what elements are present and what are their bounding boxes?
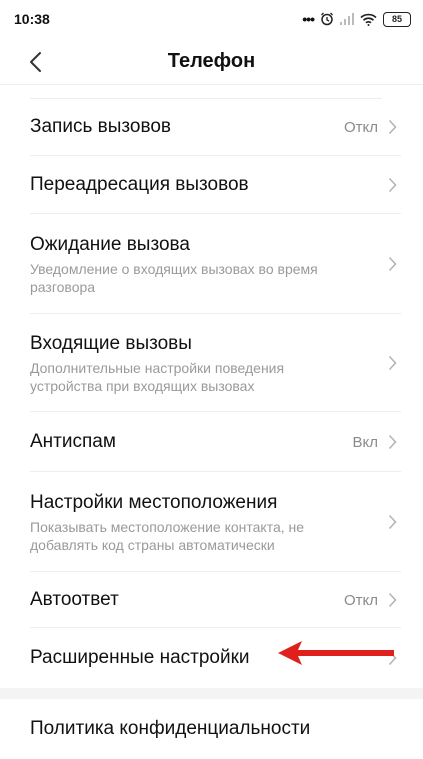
row-subtitle: Уведомление о входящих вызовах во время … — [30, 260, 318, 295]
section-separator — [0, 688, 423, 699]
back-button[interactable] — [22, 49, 48, 75]
row-title: Расширенные настройки — [30, 647, 250, 668]
annotation-arrow-icon — [278, 641, 394, 665]
settings-row-location[interactable]: Настройки местоположения Показывать мест… — [0, 472, 423, 572]
settings-row-call-forwarding[interactable]: Переадресация вызовов — [0, 156, 423, 214]
signal-icon — [340, 13, 354, 25]
app-header: Телефон — [0, 38, 423, 85]
row-title: Ожидание вызова — [30, 233, 190, 255]
row-title: Запись вызовов — [30, 116, 171, 137]
chevron-right-icon — [388, 592, 397, 608]
chevron-right-icon — [388, 177, 397, 193]
page-title: Телефон — [167, 49, 256, 72]
chevron-right-icon — [388, 514, 397, 530]
settings-row-call-waiting[interactable]: Ожидание вызова Уведомление о входящих в… — [0, 214, 423, 314]
chevron-left-icon — [30, 52, 41, 72]
row-subtitle: Показывать местоположение контакта, не д… — [30, 518, 305, 553]
row-subtitle: Дополнительные настройки поведения устро… — [30, 359, 285, 394]
row-value: Вкл — [352, 433, 379, 451]
settings-row-incoming-calls[interactable]: Входящие вызовы Дополнительные настройки… — [0, 314, 423, 412]
row-title: Антиспам — [30, 431, 116, 452]
row-title: Политика конфиденциальности — [30, 718, 311, 739]
row-title: Автоответ — [30, 589, 119, 610]
settings-row-antispam[interactable]: Антиспам Вкл — [0, 412, 423, 472]
row-value: Откл — [343, 118, 378, 136]
row-title: Переадресация вызовов — [30, 174, 249, 195]
row-value: Откл — [343, 591, 378, 609]
wifi-icon — [360, 13, 377, 26]
settings-row-autoanswer[interactable]: Автоответ Откл — [0, 572, 423, 628]
chevron-right-icon — [388, 434, 397, 450]
more-notifications-icon: ••• — [302, 11, 315, 27]
battery-icon: 85 — [383, 11, 411, 27]
chevron-right-icon — [388, 355, 397, 371]
settings-row-privacy-policy[interactable]: Политика конфиденциальности — [0, 699, 423, 759]
row-title: Настройки местоположения — [30, 491, 278, 513]
status-bar: 10:38 ••• 85 — [0, 0, 423, 38]
chevron-right-icon — [388, 119, 397, 135]
settings-row-call-recording[interactable]: Запись вызовов Откл — [0, 98, 423, 156]
row-title: Входящие вызовы — [30, 332, 192, 354]
chevron-right-icon — [388, 256, 397, 272]
status-time: 10:38 — [14, 11, 50, 27]
alarm-icon — [320, 12, 334, 26]
status-icons: ••• 85 — [302, 11, 411, 27]
